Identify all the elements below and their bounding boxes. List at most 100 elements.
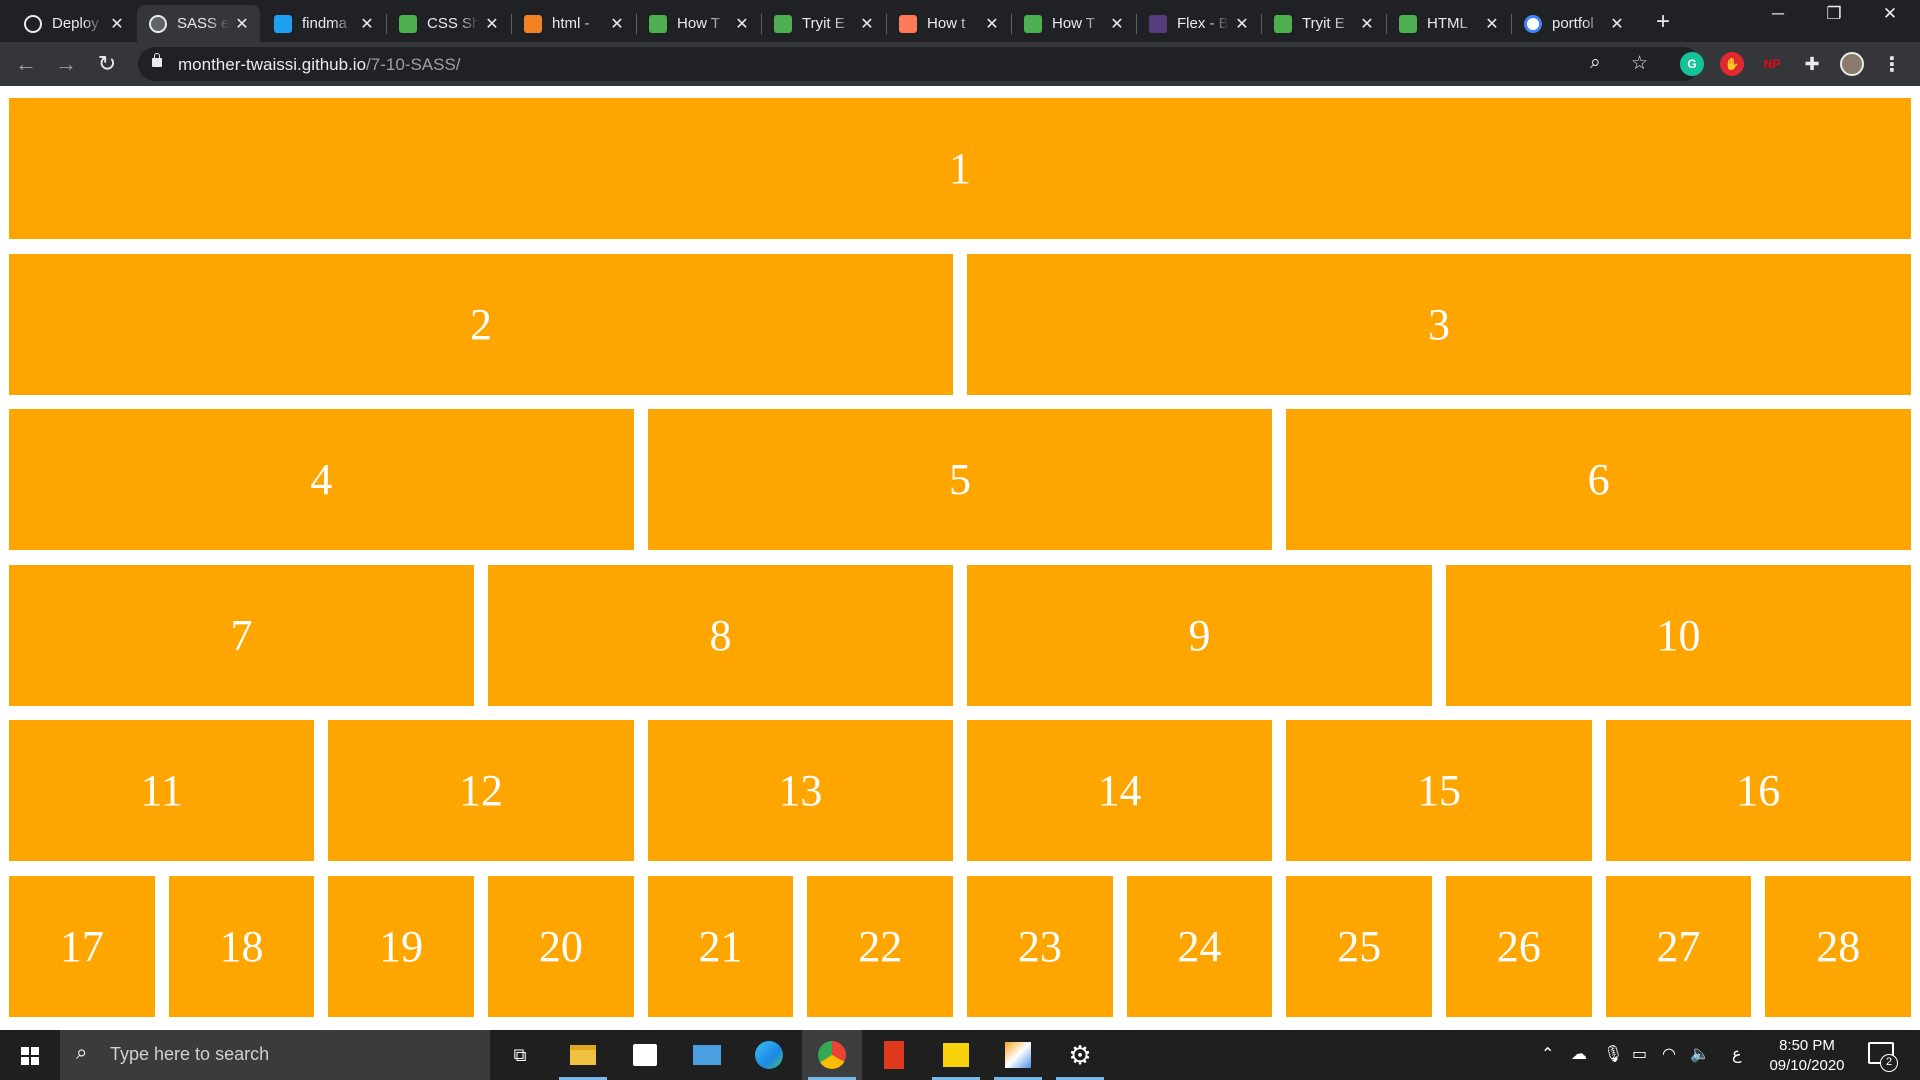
settings-gear-icon[interactable]: ⚙ — [1050, 1030, 1110, 1080]
mail-icon[interactable] — [677, 1030, 737, 1080]
clock-date: 09/10/2020 — [1769, 1057, 1845, 1074]
close-tab-icon[interactable]: ✕ — [1609, 14, 1625, 34]
github-icon — [24, 14, 42, 33]
grid-row: 11 12 13 14 15 16 — [9, 720, 1911, 861]
close-tab-icon[interactable]: ✕ — [359, 14, 375, 34]
new-tab-button[interactable]: + — [1656, 8, 1670, 36]
grid-row: 23 — [9, 253, 1911, 395]
grid-cell: 7 — [9, 564, 474, 706]
task-view-icon[interactable]: ⧉ — [490, 1030, 550, 1080]
browser-tab[interactable]: Deploy ✕ — [12, 5, 135, 42]
browser-tab[interactable]: Flex - B ✕ — [1137, 5, 1260, 42]
close-tab-icon[interactable]: ✕ — [234, 14, 250, 34]
close-tab-icon[interactable]: ✕ — [1359, 14, 1375, 34]
back-icon[interactable]: ← — [12, 50, 40, 78]
menu-kebab-icon[interactable]: ⋮ — [1880, 52, 1904, 76]
grid-cell: 13 — [647, 720, 953, 861]
close-tab-icon[interactable]: ✕ — [734, 14, 750, 34]
zoom-icon[interactable]: ⌕ — [1590, 52, 1601, 74]
restore-icon[interactable]: ❐ — [1814, 4, 1854, 24]
start-button[interactable] — [0, 1030, 60, 1080]
close-tab-icon[interactable]: ✕ — [1109, 14, 1125, 34]
browser-tab[interactable]: Tryit E ✕ — [762, 5, 885, 42]
tab-title: How T — [677, 15, 721, 32]
microphone-icon[interactable]: 🎙 — [1603, 1044, 1623, 1064]
close-window-icon[interactable]: ✕ — [1870, 4, 1910, 24]
volume-icon[interactable]: 🔈 — [1690, 1044, 1710, 1064]
google-icon — [1524, 14, 1542, 33]
grid-cell: 28 — [1765, 875, 1912, 1017]
w3schools-icon — [1399, 14, 1417, 33]
grid-cell: 17 — [9, 875, 155, 1017]
grid-cell: 25 — [1286, 875, 1433, 1017]
findmatch-icon — [274, 14, 292, 33]
lock-icon[interactable] — [152, 53, 162, 67]
browser-tab[interactable]: HTML ✕ — [1387, 5, 1510, 42]
grid-cell: 12 — [328, 720, 634, 861]
minimize-icon[interactable]: ─ — [1758, 4, 1798, 24]
url-path: /7-10-SASS/ — [366, 55, 461, 74]
sticky-notes-icon[interactable] — [926, 1030, 986, 1080]
close-tab-icon[interactable]: ✕ — [859, 14, 875, 34]
battery-icon[interactable]: ▭ — [1632, 1044, 1647, 1064]
close-tab-icon[interactable]: ✕ — [109, 14, 125, 34]
browser-tab[interactable]: SASS e ✕ — [137, 5, 260, 42]
onedrive-icon[interactable]: ☁ — [1571, 1044, 1587, 1064]
browser-toolbar: ← → ↻ monther-twaissi.github.io/7-10-SAS… — [0, 42, 1920, 86]
address-bar[interactable]: monther-twaissi.github.io/7-10-SASS/ ⌕ ☆ — [138, 47, 1700, 81]
close-tab-icon[interactable]: ✕ — [984, 14, 1000, 34]
chrome-icon[interactable] — [802, 1030, 862, 1080]
grid-cell: 8 — [488, 564, 953, 706]
show-hidden-icons-icon[interactable]: ⌃ — [1541, 1044, 1554, 1064]
tab-title: How t — [927, 15, 966, 32]
paint-icon[interactable] — [988, 1030, 1048, 1080]
close-tab-icon[interactable]: ✕ — [484, 14, 500, 34]
browser-tab[interactable]: CSS Sh ✕ — [387, 5, 510, 42]
clock[interactable]: 8:50 PM 09/10/2020 — [1752, 1036, 1862, 1076]
browser-tab[interactable]: How t ✕ — [887, 5, 1010, 42]
clock-time: 8:50 PM — [1779, 1037, 1835, 1054]
wifi-icon[interactable]: ◠ — [1662, 1044, 1676, 1064]
notification-count-badge: 2 — [1880, 1054, 1898, 1072]
w3schools-icon — [649, 14, 667, 33]
browser-tab[interactable]: Tryit E ✕ — [1262, 5, 1385, 42]
forward-icon[interactable]: → — [52, 50, 80, 78]
grid-cell: 20 — [488, 875, 634, 1017]
w3schools-icon — [399, 14, 417, 33]
browser-tab[interactable]: findma ✕ — [262, 5, 385, 42]
close-tab-icon[interactable]: ✕ — [609, 14, 625, 34]
np-icon[interactable]: NP — [1760, 52, 1784, 76]
grid-cell: 6 — [1286, 409, 1912, 550]
reload-icon[interactable]: ↻ — [93, 50, 121, 78]
extensions-puzzle-icon[interactable]: ✚ — [1800, 52, 1824, 76]
browser-tab[interactable]: html - ✕ — [512, 5, 635, 42]
url-text[interactable]: monther-twaissi.github.io/7-10-SASS/ — [178, 55, 461, 75]
tab-title: Tryit E — [802, 15, 845, 32]
close-tab-icon[interactable]: ✕ — [1234, 14, 1250, 34]
edge-icon[interactable] — [739, 1030, 799, 1080]
w3schools-icon — [1024, 14, 1042, 33]
w3schools-icon — [1274, 14, 1292, 33]
profile-avatar[interactable] — [1840, 52, 1864, 76]
adblock-icon[interactable]: ✋ — [1720, 52, 1744, 76]
taskbar-search[interactable]: ⌕ Type here to search — [60, 1030, 490, 1080]
close-tab-icon[interactable]: ✕ — [1484, 14, 1500, 34]
store-icon[interactable] — [615, 1030, 675, 1080]
browser-tab[interactable]: How T ✕ — [1012, 5, 1135, 42]
grid-cell: 2 — [9, 253, 953, 395]
office-icon[interactable] — [864, 1030, 924, 1080]
file-explorer-icon[interactable] — [553, 1030, 613, 1080]
input-language-indicator[interactable]: ع — [1732, 1044, 1742, 1064]
stackoverflow-icon — [524, 14, 542, 33]
tab-title: Flex - B — [1177, 15, 1229, 32]
bookmark-star-icon[interactable]: ☆ — [1631, 52, 1648, 75]
hubspot-icon — [899, 14, 917, 33]
grid-cell: 4 — [9, 409, 634, 550]
search-placeholder: Type here to search — [110, 1044, 270, 1064]
browser-tab[interactable]: portfol ✕ — [1512, 5, 1635, 42]
tab-title: SASS e — [177, 15, 229, 32]
grid-cell: 19 — [328, 875, 475, 1017]
grid-cell: 26 — [1446, 875, 1592, 1017]
browser-tab[interactable]: How T ✕ — [637, 5, 760, 42]
grammarly-icon[interactable]: G — [1680, 52, 1704, 76]
